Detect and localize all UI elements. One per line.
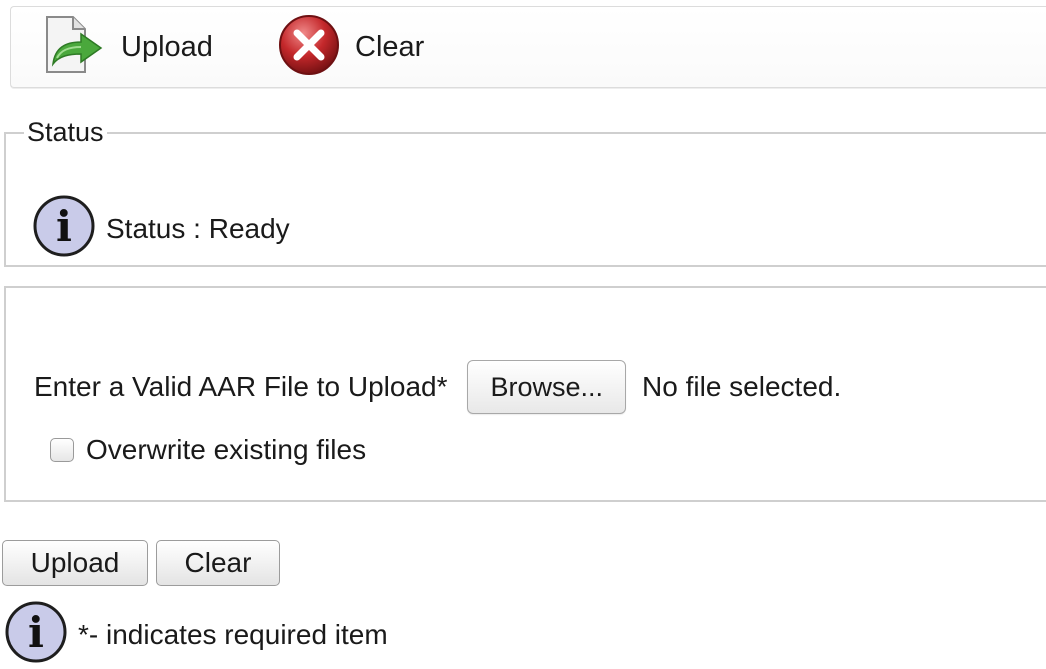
status-legend: Status <box>27 117 104 147</box>
required-note-text: *- indicates required item <box>78 618 388 650</box>
info-icon: i <box>32 194 96 263</box>
toolbar-clear-button[interactable]: Clear <box>277 7 424 87</box>
toolbar: Upload Clear <box>10 6 1046 88</box>
upload-form-panel: Enter a Valid AAR File to Upload* Browse… <box>4 286 1046 502</box>
status-line: i Status : Ready <box>32 194 290 263</box>
clear-button[interactable]: Clear <box>156 540 280 586</box>
overwrite-option[interactable]: Overwrite existing files <box>50 434 366 466</box>
status-panel: Status i Status : Ready <box>4 117 1046 267</box>
info-icon: i <box>4 600 68 669</box>
clear-x-icon <box>277 13 341 82</box>
svg-text:i: i <box>56 202 72 251</box>
overwrite-label: Overwrite existing files <box>86 434 367 465</box>
file-status: No file selected. <box>642 371 842 402</box>
file-row: Enter a Valid AAR File to Upload* Browse… <box>34 360 841 414</box>
overwrite-checkbox[interactable] <box>50 438 74 462</box>
toolbar-upload-label: Upload <box>121 30 213 63</box>
toolbar-clear-label: Clear <box>355 30 425 63</box>
toolbar-upload-button[interactable]: Upload <box>41 7 213 87</box>
file-label: Enter a Valid AAR File to Upload* <box>34 371 448 402</box>
upload-button[interactable]: Upload <box>2 540 148 586</box>
status-text: Status : Ready <box>106 212 290 244</box>
required-note: i *- indicates required item <box>4 600 388 669</box>
svg-text:i: i <box>28 608 44 657</box>
browse-button[interactable]: Browse... <box>467 360 627 414</box>
upload-file-icon <box>41 14 107 81</box>
